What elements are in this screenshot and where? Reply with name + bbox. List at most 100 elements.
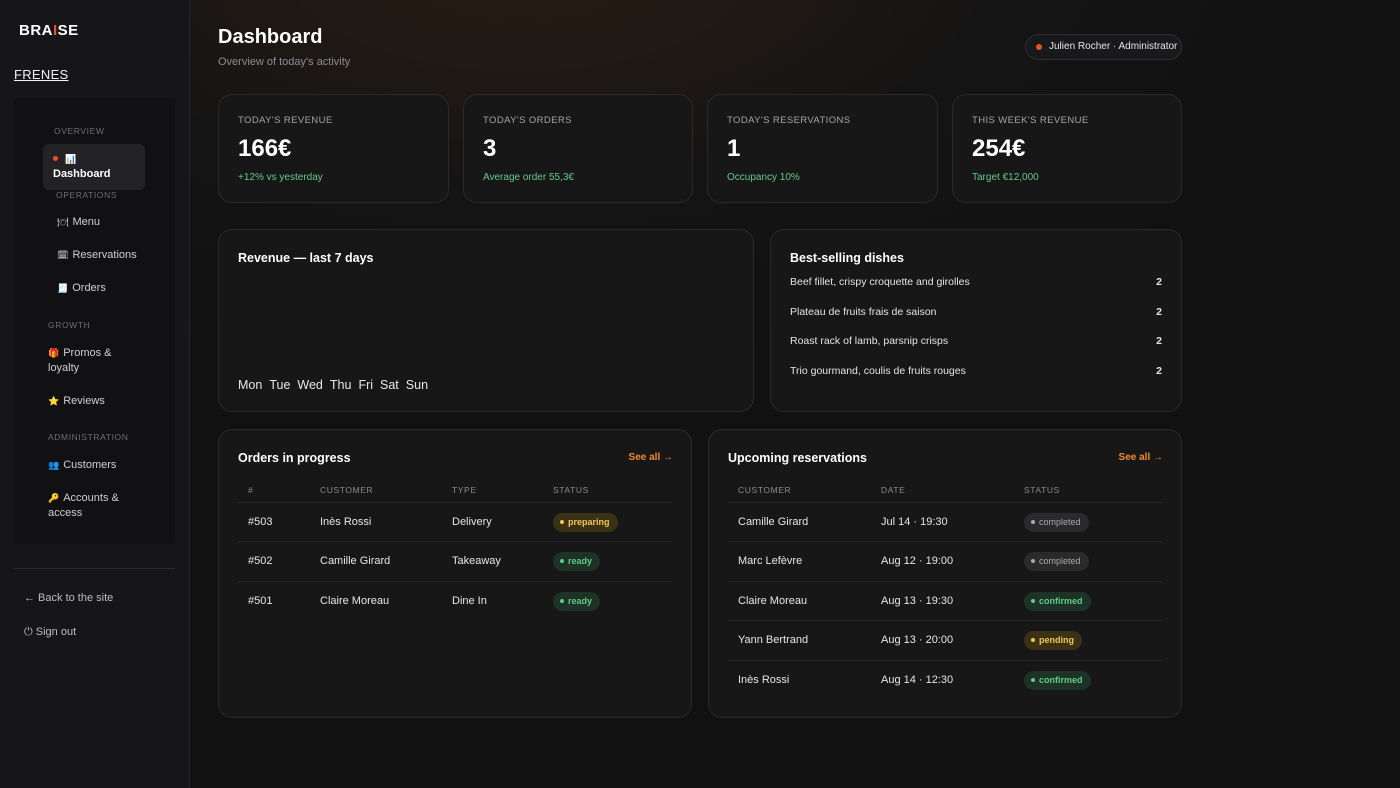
sidebar: BRAISE FRENES OVERVIEW 📊 Dashboard OPERAT… [0, 0, 190, 788]
dish-count: 2 [1156, 335, 1162, 347]
list-item: Roast rack of lamb, parsnip crisps 2 [790, 335, 1162, 347]
order-id: #503 [248, 516, 273, 528]
sidebar-item-accounts[interactable]: 🔑 Accounts & access [48, 491, 134, 521]
order-customer: Claire Moreau [320, 595, 390, 607]
kpi-label: TODAY'S ORDERS [483, 115, 572, 126]
sidebar-item-orders[interactable]: 🧾 Orders [57, 281, 106, 296]
reservation-date: Aug 14 · 12:30 [881, 674, 954, 686]
column-header: TYPE [452, 485, 477, 495]
brand-logo[interactable]: BRAISE [19, 22, 79, 39]
kpi-sub: Average order 55,3€ [483, 172, 574, 183]
reservation-customer: Marc Lefèvre [738, 555, 803, 567]
status-badge: confirmed [1024, 671, 1091, 690]
sidebar-item-customers[interactable]: 👥 Customers [48, 458, 116, 473]
table-row[interactable]: Claire Moreau Aug 13 · 19:30 confirmed [728, 581, 1162, 621]
day-label: Wed [297, 378, 323, 392]
sidebar-item-dashboard[interactable]: 📊 Dashboard [43, 144, 145, 190]
reservation-customer: Inès Rossi [738, 674, 790, 686]
column-header: CUSTOMER [320, 485, 374, 495]
status-badge: completed [1024, 552, 1089, 571]
chart-icon: 📊 [65, 154, 77, 164]
sidebar-item-label: Dashboard [53, 168, 111, 180]
status-badge: ready [553, 592, 601, 611]
kpi-card-week-revenue: THIS WEEK'S REVENUE 254€ Target €12,000 [952, 94, 1182, 203]
status-badge: preparing [553, 513, 618, 532]
reservation-date: Jul 14 · 19:30 [881, 516, 948, 528]
dish-name: Roast rack of lamb, parsnip crisps [790, 335, 949, 347]
sidebar-item-reservations[interactable]: 🗓 Reservations [57, 248, 137, 263]
order-customer: Inès Rossi [320, 516, 372, 528]
day-label: Sun [405, 378, 429, 392]
dish-name: Plateau de fruits frais de saison [790, 306, 937, 318]
sidebar-nav: OVERVIEW 📊Dashboard OPERATIONS 🍽 Menu 🗓 Re… [14, 98, 175, 544]
dish-name: Beef fillet, crispy croquette and giroll… [790, 276, 970, 288]
reservation-customer: Yann Bertrand [738, 634, 809, 646]
kpi-sub: +12% vs yesterday [238, 172, 323, 183]
users-icon: 👥 [48, 460, 60, 470]
reservation-date: Aug 13 · 20:00 [881, 634, 954, 646]
kpi-value: 1 [727, 135, 741, 162]
reservation-customer: Camille Girard [738, 516, 809, 528]
active-indicator [53, 155, 58, 161]
nav-section-operations: OPERATIONS [56, 190, 118, 200]
dish-name: Trio gourmand, coulis de fruits rouges [790, 365, 966, 377]
kpi-card-today-orders: TODAY'S ORDERS 3 Average order 55,3€ [463, 94, 693, 203]
reservation-date: Aug 13 · 19:30 [881, 595, 954, 607]
order-id: #501 [248, 595, 273, 607]
orders-card: Orders in progress See all → # CUSTOMER … [218, 429, 692, 718]
order-type: Delivery [452, 516, 492, 528]
page-title: Dashboard [218, 26, 323, 48]
key-icon: 🔑 [48, 493, 60, 503]
kpi-label: TODAY'S REVENUE [238, 115, 333, 126]
sidebar-item-reviews[interactable]: ⭐ Reviews [48, 394, 105, 409]
order-type: Takeaway [452, 555, 501, 567]
table-row[interactable]: Inès Rossi Aug 14 · 12:30 confirmed [728, 660, 1162, 700]
status-badge: ready [553, 552, 601, 571]
see-all-orders-link[interactable]: See all → [629, 452, 673, 463]
column-header: STATUS [1024, 485, 1060, 495]
star-icon: ⭐ [48, 396, 60, 406]
receipt-icon: 🧾 [57, 283, 69, 293]
gift-icon: 🎁 [48, 348, 60, 358]
card-title: Best-selling dishes [790, 251, 904, 265]
order-id: #502 [248, 555, 273, 567]
list-item: Plateau de fruits frais de saison 2 [790, 306, 1162, 318]
dish-count: 2 [1156, 365, 1162, 377]
day-label: Sat [380, 378, 399, 392]
table-row[interactable]: Marc Lefèvre Aug 12 · 19:00 completed [728, 541, 1162, 581]
nav-section-administration: ADMINISTRATION [48, 432, 129, 442]
table-row[interactable]: #502 Camille Girard Takeaway ready [238, 541, 672, 581]
kpi-sub: Occupancy 10% [727, 172, 800, 183]
status-badge: pending [1024, 631, 1082, 650]
status-badge: completed [1024, 513, 1089, 532]
card-title: Revenue — last 7 days [238, 251, 374, 265]
kpi-value: 166€ [238, 135, 292, 162]
list-item: Beef fillet, crispy croquette and giroll… [790, 276, 1162, 288]
table-row[interactable]: Camille Girard Jul 14 · 19:30 completed [728, 502, 1162, 542]
nav-section-growth: GROWTH [48, 320, 91, 330]
see-all-reservations-link[interactable]: See all → [1119, 452, 1163, 463]
dish-count: 2 [1156, 276, 1162, 288]
table-row[interactable]: Yann Bertrand Aug 13 · 20:00 pending [728, 620, 1162, 660]
column-header: DATE [881, 485, 906, 495]
chart-x-axis: Mon Tue Wed Thu Fri Sat Sun [238, 378, 435, 392]
back-to-site-link[interactable]: ← Back to the site [24, 592, 113, 604]
sidebar-divider [14, 568, 175, 569]
sidebar-item-menu[interactable]: 🍽 Menu [57, 215, 100, 230]
kpi-value: 254€ [972, 135, 1026, 162]
list-item: Trio gourmand, coulis de fruits rouges 2 [790, 365, 1162, 377]
table-row[interactable]: #503 Inès Rossi Delivery preparing [238, 502, 672, 542]
sidebar-item-label: Customers [63, 459, 117, 471]
sign-out-link[interactable]: ⏻ Sign out [24, 626, 76, 639]
dish-count: 2 [1156, 306, 1162, 318]
page-subtitle: Overview of today's activity [218, 56, 351, 68]
table-row[interactable]: #501 Claire Moreau Dine In ready [238, 581, 672, 621]
card-title: Upcoming reservations [728, 451, 867, 465]
status-badge: confirmed [1024, 592, 1091, 611]
sidebar-item-promos[interactable]: 🎁 Promos & loyalty [48, 346, 130, 376]
day-label: Thu [329, 378, 352, 392]
user-chip[interactable]: Julien Rocher · Administrator [1025, 34, 1182, 60]
restaurant-name[interactable]: FRENES [14, 67, 69, 82]
column-header: STATUS [553, 485, 589, 495]
sidebar-item-label: Reservations [72, 249, 137, 261]
